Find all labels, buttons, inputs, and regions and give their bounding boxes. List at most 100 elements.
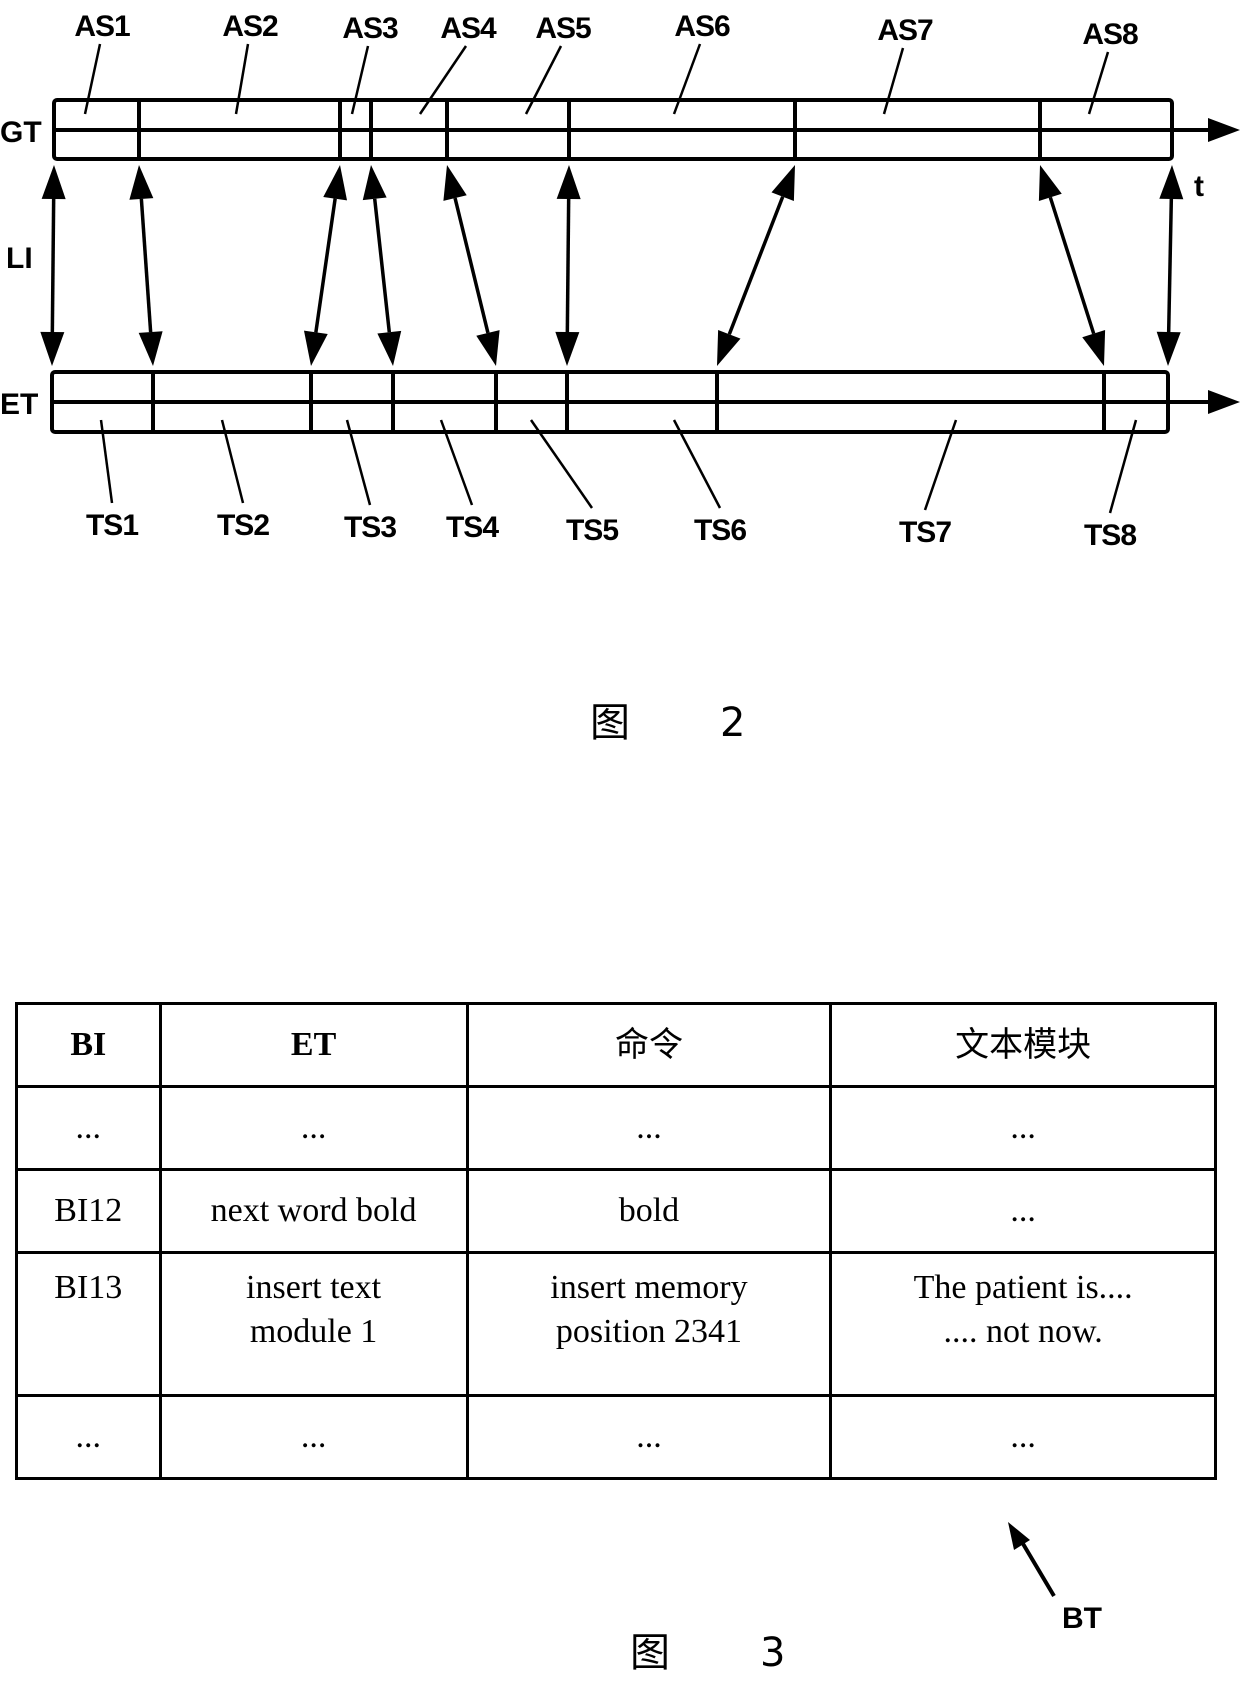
link-arrowhead-down-icon bbox=[717, 329, 741, 366]
gt-leader-line bbox=[882, 47, 905, 115]
link-arrowhead-up-icon bbox=[1159, 165, 1184, 200]
et-track-label: ET bbox=[0, 388, 38, 421]
link-shaft bbox=[139, 198, 153, 333]
link-arrowhead-down-icon bbox=[138, 331, 163, 366]
gt-time-arrowhead-icon bbox=[1208, 118, 1240, 142]
et-segment-label-ts8: TS8 bbox=[1084, 519, 1136, 552]
gt-leader-line bbox=[524, 45, 563, 115]
et-segment-label-ts2: TS2 bbox=[217, 509, 269, 542]
link-arrowhead-down-icon bbox=[40, 331, 65, 366]
link-arrowhead-up-icon bbox=[443, 165, 467, 201]
figure-3-caption-char: 图 bbox=[630, 1630, 670, 1676]
gt-leader-line bbox=[234, 43, 250, 115]
gt-leader-line bbox=[1087, 51, 1110, 115]
link-arrowhead-up-icon bbox=[1038, 165, 1062, 202]
cell-command: ... bbox=[465, 1394, 833, 1480]
table-row: BI12 next word bold bold ... bbox=[15, 1168, 1217, 1254]
header-command: 命令 bbox=[465, 1002, 833, 1088]
link-shaft bbox=[50, 198, 56, 333]
cell-text-module: ... bbox=[829, 1085, 1217, 1171]
gt-leader-line bbox=[418, 45, 468, 115]
cell-et: insert text module 1 bbox=[158, 1251, 469, 1397]
link-arrow bbox=[362, 165, 402, 366]
cell-bi: BI13 bbox=[15, 1251, 162, 1397]
cell-et: ... bbox=[158, 1394, 469, 1480]
bt-reference: BT bbox=[1008, 1522, 1102, 1635]
link-arrowhead-up-icon bbox=[41, 165, 66, 200]
link-arrow bbox=[555, 165, 581, 366]
cell-text-module: The patient is........ not now. bbox=[829, 1251, 1217, 1397]
et-segment-label-ts4: TS4 bbox=[446, 511, 499, 544]
et-segment-label-ts6: TS6 bbox=[694, 514, 746, 547]
cell-bi: BI12 bbox=[15, 1168, 162, 1254]
cell-command: insert memory position 2341 bbox=[465, 1251, 833, 1397]
link-arrow bbox=[717, 165, 795, 366]
link-arrow bbox=[443, 165, 500, 366]
link-arrow bbox=[40, 165, 66, 366]
link-arrowhead-up-icon bbox=[323, 165, 348, 201]
link-shaft bbox=[372, 198, 392, 333]
cell-command: bold bbox=[465, 1168, 833, 1254]
figure-3-caption: 图 3 bbox=[630, 1620, 785, 1678]
cell-et: ... bbox=[158, 1085, 469, 1171]
et-track: TS1 TS2 TS3 TS4 TS5 TS6 TS7 TS8 bbox=[50, 370, 1240, 552]
bt-pointer-arrowhead-icon bbox=[1008, 1522, 1030, 1550]
link-arrow bbox=[1156, 165, 1184, 366]
link-arrowhead-up-icon bbox=[362, 165, 387, 201]
link-arrow bbox=[1038, 165, 1106, 366]
bt-label: BT bbox=[1062, 1602, 1102, 1635]
gt-track: AS1 AS2 AS3 AS4 AS5 AS6 AS7 AS8 bbox=[52, 10, 1240, 161]
figure-2-diagram: GT ET LI t AS1 AS2 AS3 AS4 AS5 AS6 AS7 AS8 TS1 T… bbox=[0, 10, 1240, 552]
gt-segment-label-as2: AS2 bbox=[222, 10, 278, 43]
link-shaft bbox=[1166, 198, 1174, 333]
cell-bi: ... bbox=[15, 1394, 162, 1480]
gt-leader-line bbox=[672, 43, 702, 115]
header-et: ET bbox=[158, 1002, 469, 1088]
et-segment-label-ts5: TS5 bbox=[566, 514, 618, 547]
gt-segment-label-as6: AS6 bbox=[674, 10, 730, 43]
gt-segment-label-as4: AS4 bbox=[440, 12, 497, 45]
link-arrowhead-down-icon bbox=[1082, 329, 1106, 366]
gt-segment-label-as7: AS7 bbox=[877, 14, 933, 47]
figure-2-caption: 图 2 bbox=[590, 690, 745, 748]
cell-command: ... bbox=[465, 1085, 833, 1171]
et-time-arrowhead-icon bbox=[1208, 390, 1240, 414]
gt-segment-label-as8: AS8 bbox=[1082, 18, 1138, 51]
link-arrow bbox=[303, 165, 348, 366]
link-arrowhead-up-icon bbox=[771, 165, 795, 202]
link-arrowhead-down-icon bbox=[555, 331, 580, 366]
header-bi: BI bbox=[15, 1002, 162, 1088]
cell-et: next word bold bbox=[158, 1168, 469, 1254]
gt-leader-line bbox=[350, 45, 370, 115]
link-arrows bbox=[40, 165, 1184, 366]
link-label: LI bbox=[6, 242, 33, 275]
et-segment-labels: TS1 TS2 TS3 TS4 TS5 TS6 TS7 TS8 bbox=[86, 509, 1137, 552]
link-shaft bbox=[727, 196, 785, 335]
gt-track-label: GT bbox=[0, 116, 42, 149]
table-row: BI13 insert text module 1 insert memory po… bbox=[15, 1251, 1217, 1397]
et-segment-label-ts7: TS7 bbox=[899, 516, 951, 549]
gt-segment-label-as1: AS1 bbox=[74, 10, 130, 43]
link-shaft bbox=[314, 198, 337, 333]
link-shaft bbox=[1048, 196, 1096, 335]
figure-2-caption-number: 2 bbox=[720, 700, 746, 746]
link-arrow bbox=[129, 165, 163, 366]
gt-segment-label-as3: AS3 bbox=[342, 12, 398, 45]
link-arrowhead-down-icon bbox=[303, 330, 328, 366]
link-arrowhead-down-icon bbox=[377, 330, 402, 366]
link-arrowhead-up-icon bbox=[556, 165, 581, 200]
et-segment-label-ts1: TS1 bbox=[86, 509, 138, 542]
table-header-row: BI ET 命令 文本模块 bbox=[15, 1002, 1217, 1088]
link-shaft bbox=[565, 198, 571, 333]
figure-2-caption-char: 图 bbox=[590, 700, 630, 746]
cell-text-module: ... bbox=[829, 1394, 1217, 1480]
bt-table: BI ET 命令 文本模块 ... ... ... ... BI12 next … bbox=[15, 1002, 1217, 1480]
header-text-module: 文本模块 bbox=[829, 1002, 1217, 1088]
gt-segment-label-as5: AS5 bbox=[535, 12, 591, 45]
gt-segment-labels: AS1 AS2 AS3 AS4 AS5 AS6 AS7 AS8 bbox=[74, 10, 1139, 51]
link-arrowhead-down-icon bbox=[1156, 331, 1181, 366]
link-arrowhead-up-icon bbox=[129, 165, 154, 200]
link-shaft bbox=[453, 197, 490, 334]
cell-bi: ... bbox=[15, 1085, 162, 1171]
table-row: ... ... ... ... bbox=[15, 1394, 1217, 1480]
